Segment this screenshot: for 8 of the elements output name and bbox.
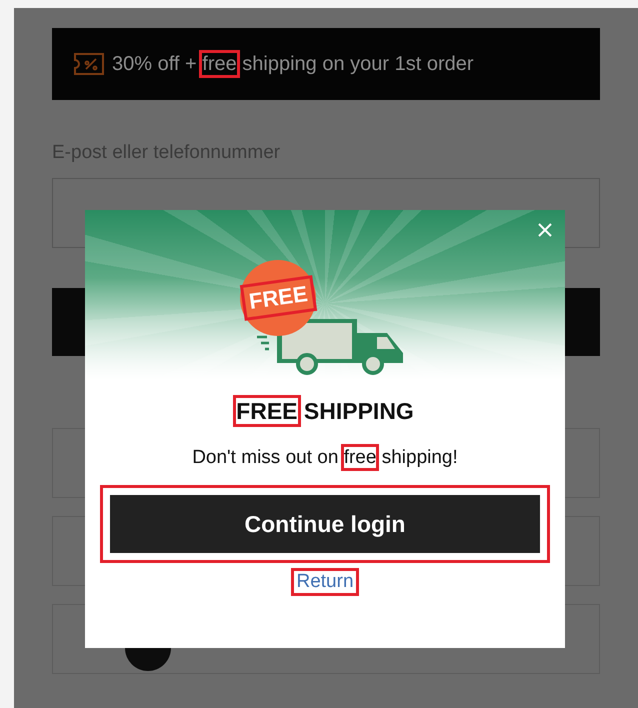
modal-message: Don't miss out on free shipping!: [192, 447, 458, 469]
promo-text: 30% off + free shipping on your 1st order: [112, 52, 474, 76]
modal-title: FREE SHIPPING: [236, 398, 414, 425]
close-icon: [537, 222, 553, 238]
free-badge: FREE: [240, 260, 316, 336]
coupon-icon: [74, 53, 104, 75]
return-link[interactable]: Return: [294, 571, 356, 593]
continue-login-button[interactable]: Continue login: [110, 495, 540, 553]
